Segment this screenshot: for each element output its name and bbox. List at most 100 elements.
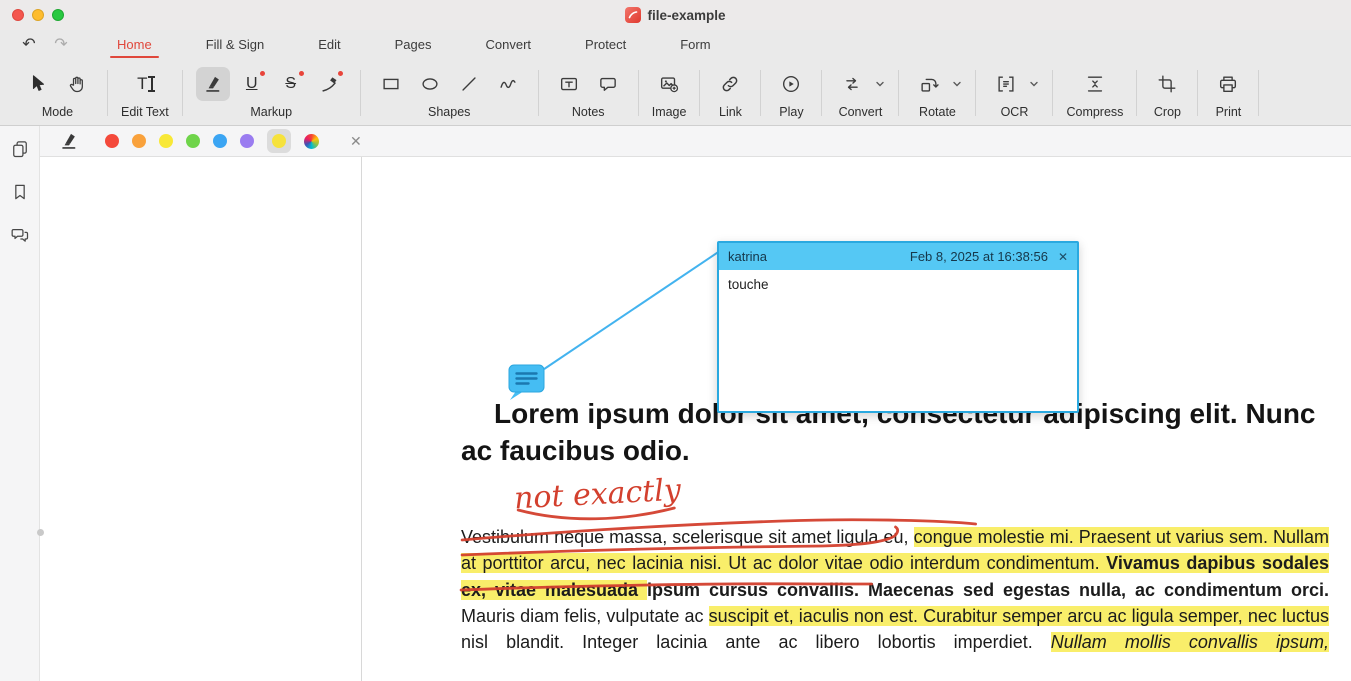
custom-color-picker[interactable] <box>304 134 319 149</box>
color-swatch-orange[interactable] <box>132 134 146 148</box>
play-button[interactable] <box>774 67 808 101</box>
edit-text-button[interactable]: T <box>128 67 162 101</box>
panel-resize-handle[interactable] <box>37 529 44 536</box>
toolbar-label-ocr: OCR <box>1001 105 1029 119</box>
toolbar-label-crop: Crop <box>1154 105 1181 119</box>
text-box-icon <box>558 73 580 95</box>
tab-form[interactable]: Form <box>653 30 737 60</box>
color-swatch-blue[interactable] <box>213 134 227 148</box>
undo-button[interactable]: ↶ <box>16 33 42 57</box>
bookmarks-panel-button[interactable] <box>4 175 36 209</box>
close-window-button[interactable] <box>12 9 24 21</box>
crop-button[interactable] <box>1150 67 1184 101</box>
pen-icon <box>319 73 341 95</box>
color-dot-indicator <box>338 71 343 76</box>
toolbar-group-mode: Mode <box>8 66 107 119</box>
window-title: file-example <box>647 8 725 23</box>
color-dot-indicator <box>299 71 304 76</box>
toolbar-label-mode: Mode <box>42 105 73 119</box>
comments-icon <box>10 225 30 245</box>
insert-link-button[interactable] <box>713 67 747 101</box>
content-region: Lorem ipsum dolor sit amet, consectetur … <box>40 157 1351 681</box>
ribbon-tabbar: ↶ ↷ Home Fill & Sign Edit Pages Convert … <box>0 30 1351 60</box>
rotate-icon <box>918 73 940 95</box>
link-icon <box>719 73 741 95</box>
highlighter-icon <box>58 130 80 152</box>
highlighted-italic-text[interactable]: Nullam mollis convallis ipsum, <box>1051 632 1329 652</box>
redo-button[interactable]: ↷ <box>48 33 74 57</box>
paragraph-segment: Vestibulum neque massa, scelerisque sit … <box>461 527 914 547</box>
toolbar-label-play: Play <box>779 105 803 119</box>
toolbar-group-play: Play <box>761 66 821 119</box>
line-icon <box>458 73 480 95</box>
compress-button[interactable] <box>1078 67 1112 101</box>
text-note-button[interactable] <box>552 67 586 101</box>
close-markup-bar-button[interactable]: ✕ <box>350 133 362 150</box>
squiggle-icon <box>497 73 519 95</box>
thumbnails-panel-button[interactable] <box>4 132 36 166</box>
insert-image-button[interactable] <box>652 67 686 101</box>
main-toolbar: Mode T Edit Text U S <box>0 60 1351 126</box>
comment-popup-header[interactable]: katrina Feb 8, 2025 at 16:38:56 ✕ <box>719 243 1077 270</box>
toolbar-divider <box>1258 70 1259 116</box>
highlighted-text[interactable]: suscipit et, iaculis non est. Curabitur … <box>709 606 1329 626</box>
tab-edit[interactable]: Edit <box>291 30 367 60</box>
ribbon-tabs: Home Fill & Sign Edit Pages Convert Prot… <box>90 30 738 60</box>
paragraph-segment: nisl blandit. Integer lacinia ante ac li… <box>461 632 1051 652</box>
selected-color-swatch[interactable] <box>267 129 291 153</box>
selected-color-dot <box>272 134 286 148</box>
bold-text: ipsum cursus convallis. Maecenas sed ege… <box>647 580 1329 600</box>
ocr-button[interactable] <box>989 67 1023 101</box>
traffic-lights <box>12 0 64 30</box>
comment-timestamp: Feb 8, 2025 at 16:38:56 <box>910 249 1048 264</box>
toolbar-label-notes: Notes <box>572 105 605 119</box>
strikethrough-tool-button[interactable]: S <box>274 67 308 101</box>
play-icon <box>780 73 802 95</box>
color-swatch-purple[interactable] <box>240 134 254 148</box>
document-paragraph: Vestibulum neque massa, scelerisque sit … <box>461 524 1329 655</box>
color-swatch-red[interactable] <box>105 134 119 148</box>
titlebar: file-example <box>0 0 1351 30</box>
tab-convert[interactable]: Convert <box>459 30 559 60</box>
strikethrough-icon: S <box>285 75 296 93</box>
toolbar-group-print: Print <box>1198 66 1258 119</box>
convert-arrows-icon <box>841 73 863 95</box>
minimize-window-button[interactable] <box>32 9 44 21</box>
sticky-note-annotation[interactable] <box>508 364 554 402</box>
toolbar-label-image: Image <box>652 105 687 119</box>
print-button[interactable] <box>1211 67 1245 101</box>
handwritten-ink-note[interactable]: not exactly <box>513 473 682 517</box>
tab-protect[interactable]: Protect <box>558 30 653 60</box>
markup-settings-bar: ✕ <box>40 126 1351 157</box>
line-shape-button[interactable] <box>452 67 486 101</box>
highlight-tool-button[interactable] <box>196 67 230 101</box>
pen-tool-button[interactable] <box>313 67 347 101</box>
comment-popup[interactable]: katrina Feb 8, 2025 at 16:38:56 ✕ touche <box>717 241 1079 413</box>
convert-button[interactable] <box>835 67 869 101</box>
pages-copy-icon <box>10 139 30 159</box>
freehand-shape-button[interactable] <box>491 67 525 101</box>
comments-panel-button[interactable] <box>4 218 36 252</box>
tab-home[interactable]: Home <box>90 30 179 60</box>
underline-tool-button[interactable]: U <box>235 67 269 101</box>
ellipse-shape-button[interactable] <box>413 67 447 101</box>
toolbar-label-print: Print <box>1216 105 1242 119</box>
hand-tool-button[interactable] <box>60 67 94 101</box>
comment-note-button[interactable] <box>591 67 625 101</box>
zoom-window-button[interactable] <box>52 9 64 21</box>
rotate-button[interactable] <box>912 67 946 101</box>
rectangle-shape-button[interactable] <box>374 67 408 101</box>
right-column: ✕ Lorem ipsum dolor sit amet, consectetu… <box>40 126 1351 681</box>
tab-pages[interactable]: Pages <box>368 30 459 60</box>
chevron-down-icon[interactable] <box>1029 80 1039 88</box>
chevron-down-icon[interactable] <box>875 80 885 88</box>
color-swatch-yellow[interactable] <box>159 134 173 148</box>
chevron-down-icon[interactable] <box>952 80 962 88</box>
document-page[interactable]: Lorem ipsum dolor sit amet, consectetur … <box>362 157 1351 681</box>
color-swatch-green[interactable] <box>186 134 200 148</box>
comment-close-button[interactable]: ✕ <box>1058 250 1068 264</box>
select-tool-button[interactable] <box>21 67 55 101</box>
toolbar-group-crop: Crop <box>1137 66 1197 119</box>
tab-fill-and-sign[interactable]: Fill & Sign <box>179 30 292 60</box>
comment-body[interactable]: touche <box>719 270 1077 411</box>
